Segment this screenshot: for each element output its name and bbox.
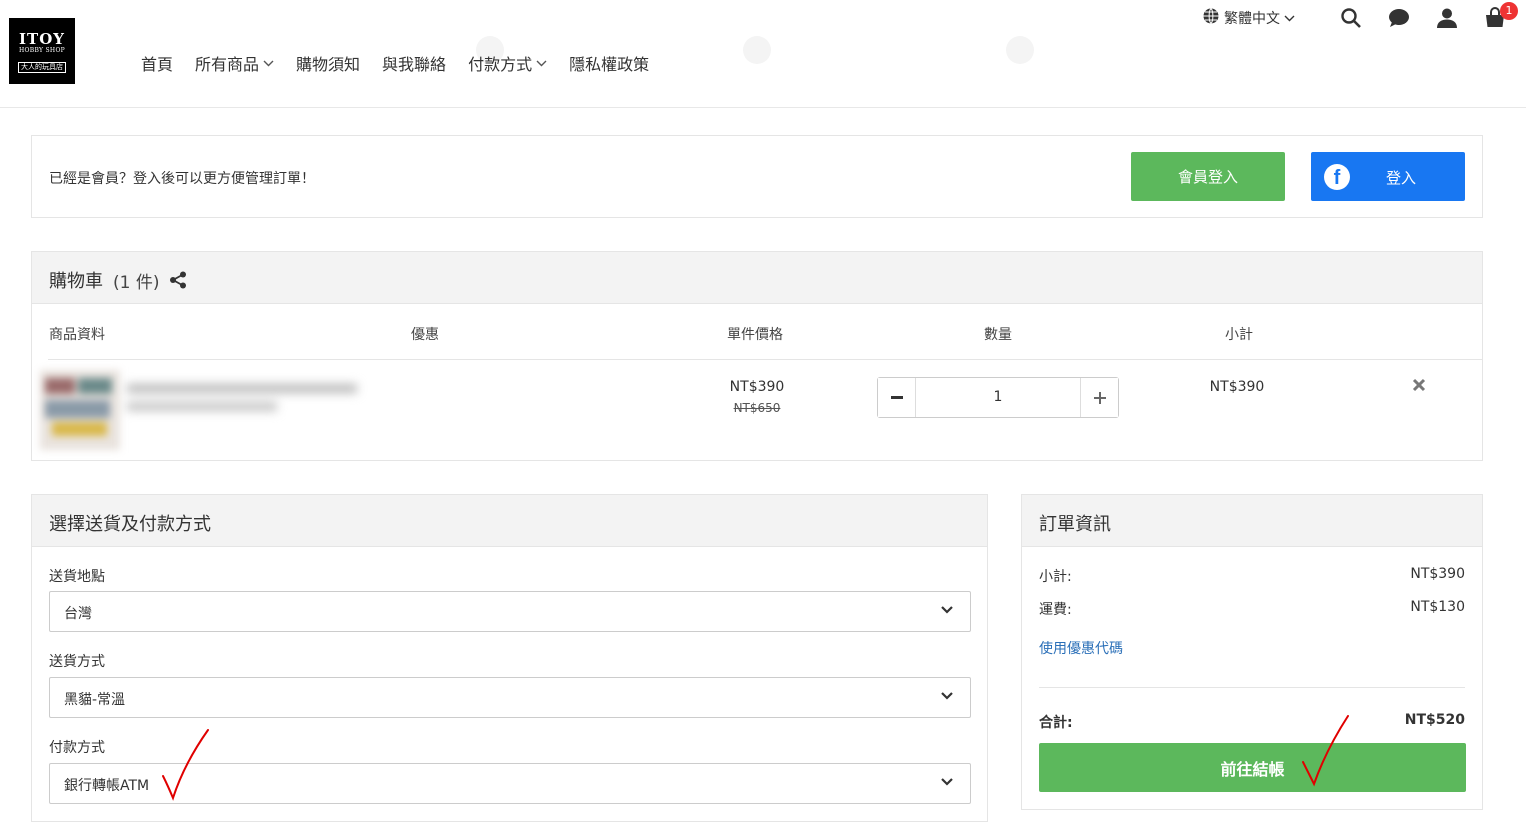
column-header-quantity: 數量 [984,327,1012,343]
chevron-down-icon [940,775,954,793]
nav-privacy-policy[interactable]: 隱私權政策 [569,51,649,75]
logo-tagline: 大人的玩具店 [18,62,66,73]
delivery-method-select[interactable]: 黑貓-常溫 [49,677,971,718]
nav-label: 所有商品 [195,55,260,74]
order-subtotal-label: 小計: [1039,569,1072,585]
cart-header: 購物車 (1 件) [32,252,1482,304]
shipping-panel-title: 選擇送貨及付款方式 [49,514,211,535]
nav-payment-methods[interactable]: 付款方式 [468,51,547,75]
chevron-down-icon [1284,10,1295,26]
column-header-subtotal: 小計 [1225,327,1253,343]
destination-value: 台灣 [64,606,92,622]
column-header-discount: 優惠 [411,327,439,343]
main-nav: 首頁 所有商品 購物須知 與我聯絡 付款方式 隱私權政策 [141,51,649,75]
shipping-fee-value: NT$130 [1410,599,1465,615]
nav-shopping-guide[interactable]: 購物須知 [296,51,360,75]
quantity-stepper: 1 [877,377,1119,418]
cart-title: 購物車 (1 件) [49,267,187,293]
cart-count-badge: 1 [1500,2,1518,20]
remove-item-icon[interactable] [1412,376,1426,397]
quantity-input[interactable]: 1 [916,378,1080,417]
quantity-decrease-button[interactable] [878,378,916,417]
chevron-down-icon [940,689,954,707]
payment-method-select[interactable]: 銀行轉帳ATM [49,763,971,804]
chevron-down-icon [940,603,954,621]
nav-label: 與我聯絡 [382,55,447,74]
logo-text: ITOY [19,30,65,48]
member-login-button[interactable]: 會員登入 [1131,152,1285,201]
order-total-label: 合計: [1039,715,1073,731]
cart-title-text: 購物車 [49,271,103,292]
destination-select[interactable]: 台灣 [49,591,971,632]
logo-subtext: HOBBY SHOP [18,47,66,54]
coupon-code-link[interactable]: 使用優惠代碼 [1039,638,1123,658]
search-icon[interactable] [1340,7,1362,33]
facebook-login-label: 登入 [1385,169,1416,187]
language-label: 繁體中文 [1224,11,1280,27]
item-subtotal: NT$390 [1209,379,1265,395]
product-name[interactable] [127,380,362,420]
globe-icon [1202,7,1220,29]
step-indicator-ghost [1006,36,1034,64]
chat-icon[interactable] [1388,7,1410,33]
step-indicator-ghost [743,36,771,64]
column-header-product: 商品資料 [49,327,105,343]
row-divider [48,359,1482,360]
product-thumbnail[interactable] [40,370,120,450]
nav-home[interactable]: 首頁 [141,51,173,75]
chevron-down-icon [536,57,547,70]
cart-panel: 購物車 (1 件) 商品資料 優惠 單件價格 數量 小計 NT$390 NT$6… [31,251,1483,461]
nav-label: 購物須知 [296,55,361,74]
quantity-increase-button[interactable] [1080,378,1118,417]
nav-all-products[interactable]: 所有商品 [195,51,274,75]
payment-method-value: 銀行轉帳ATM [64,778,150,794]
share-icon[interactable] [169,271,187,289]
destination-label: 送貨地點 [49,569,105,585]
order-panel-header: 訂單資訊 [1022,495,1482,547]
order-total-value: NT$520 [1404,712,1465,728]
delivery-method-label: 送貨方式 [49,654,105,670]
unit-price: NT$390 [729,379,785,395]
language-selector-wrap: 繁體中文 [1202,6,1295,30]
original-price: NT$650 [733,401,781,415]
order-divider [1039,687,1465,688]
site-header: ITOY HOBBY SHOP 大人的玩具店 首頁 所有商品 購物須知 與我聯絡… [0,0,1526,108]
nav-contact[interactable]: 與我聯絡 [382,51,446,75]
chevron-down-icon [263,57,274,70]
cart-item-count: (1 件) [113,272,160,293]
site-logo[interactable]: ITOY HOBBY SHOP 大人的玩具店 [9,18,75,84]
order-summary-panel: 訂單資訊 小計: NT$390 運費: NT$130 使用優惠代碼 合計: NT… [1021,494,1483,810]
user-icon[interactable] [1436,7,1458,33]
delivery-method-value: 黑貓-常溫 [64,692,126,708]
order-subtotal-value: NT$390 [1410,566,1465,582]
payment-method-label: 付款方式 [49,740,105,756]
facebook-login-button[interactable]: f 登入 [1311,152,1465,201]
shipping-fee-label: 運費: [1039,602,1072,618]
checkout-button[interactable]: 前往結帳 [1039,743,1466,792]
nav-label: 首頁 [141,55,174,74]
column-header-unit-price: 單件價格 [727,327,783,343]
nav-label: 付款方式 [468,55,533,74]
order-panel-title: 訂單資訊 [1039,514,1111,535]
shipping-payment-panel: 選擇送貨及付款方式 送貨地點 台灣 送貨方式 黑貓-常溫 付款方式 銀行轉帳AT… [31,494,988,822]
login-prompt-message: 已經是會員？登入後可以更方便管理訂單！ [49,171,315,187]
language-selector[interactable]: 繁體中文 [1202,7,1295,29]
nav-label: 隱私權政策 [569,55,650,74]
login-prompt-bar: 已經是會員？登入後可以更方便管理訂單！ 會員登入 f 登入 [31,135,1483,218]
shipping-panel-header: 選擇送貨及付款方式 [32,495,987,547]
